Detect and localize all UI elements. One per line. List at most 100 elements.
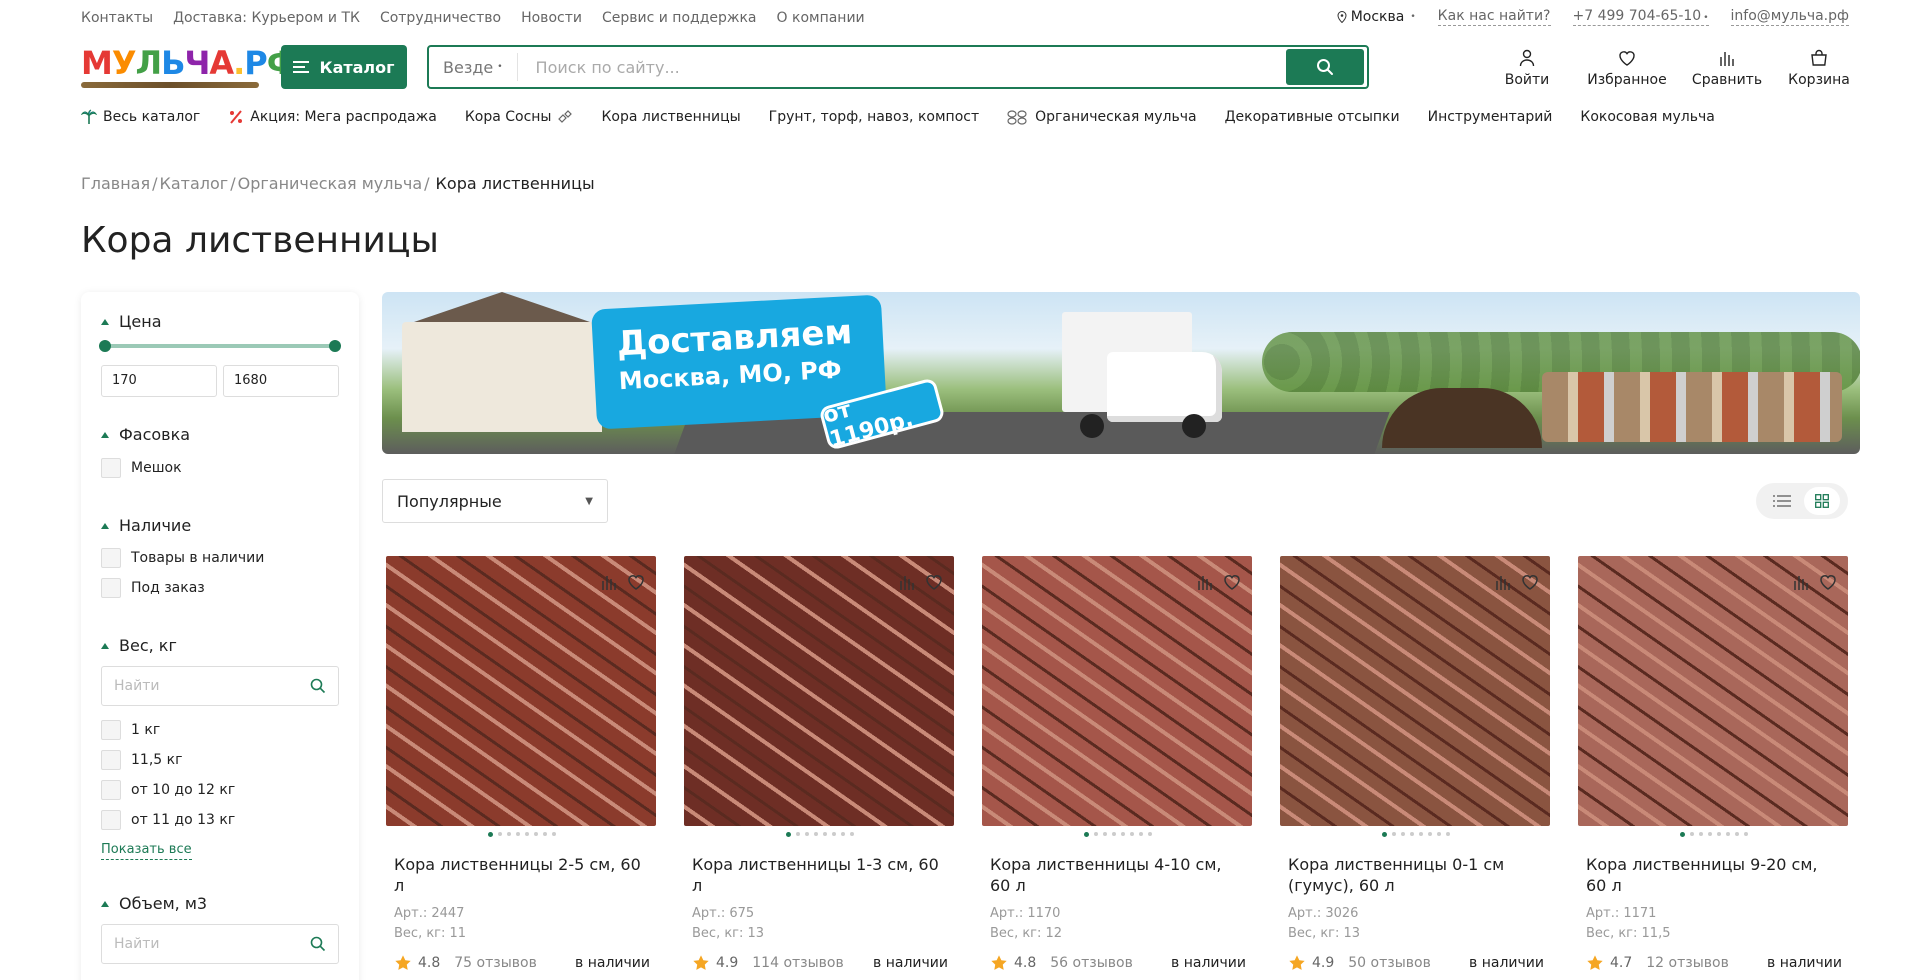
- catnav-soil[interactable]: Грунт, торф, навоз, компост: [769, 109, 979, 125]
- catnav-decorative[interactable]: Декоративные отсыпки: [1225, 109, 1400, 125]
- price-max-handle[interactable]: [329, 340, 341, 352]
- product-image[interactable]: [684, 556, 954, 826]
- grid-view-button[interactable]: [1804, 487, 1840, 515]
- product-name[interactable]: Кора лиственницы 2-5 см, 60 л: [394, 854, 650, 896]
- filter-checkbox-weight-11-13[interactable]: от 11 до 13 кг: [101, 810, 235, 830]
- image-pager[interactable]: [978, 831, 1258, 837]
- catnav-organic-mulch[interactable]: Органическая мульча: [1007, 109, 1197, 125]
- city-selector[interactable]: Москва •: [1337, 9, 1416, 25]
- price-min-handle[interactable]: [99, 340, 111, 352]
- breadcrumb-organic-mulch[interactable]: Органическая мульча: [238, 174, 423, 193]
- filter-checkbox-bag[interactable]: Мешок: [101, 458, 182, 478]
- search-button[interactable]: [1286, 49, 1364, 85]
- filter-checkbox-weight-11-5[interactable]: 11,5 кг: [101, 750, 182, 770]
- heart-icon[interactable]: [924, 572, 944, 592]
- find-us-link[interactable]: Как нас найти?: [1437, 8, 1551, 26]
- volume-filter-search[interactable]: Найти: [101, 924, 339, 964]
- product-image[interactable]: [1280, 556, 1550, 826]
- checkbox[interactable]: [101, 750, 121, 770]
- heart-icon[interactable]: [1818, 572, 1838, 592]
- product-name[interactable]: Кора лиственницы 9-20 см, 60 л: [1586, 854, 1842, 896]
- favorites-button[interactable]: Избранное: [1577, 48, 1677, 88]
- compare-button[interactable]: Сравнить: [1677, 48, 1777, 88]
- product-card[interactable]: Кора лиственницы 2-5 см, 60 л Арт.: 2447…: [382, 552, 662, 980]
- sort-select[interactable]: Популярные ▼: [382, 479, 608, 523]
- filter-price-toggle[interactable]: Цена: [101, 312, 162, 331]
- filter-sidebar: Цена 170 1680 Фасовка Мешок Наличие Това…: [81, 292, 359, 980]
- compare-icon[interactable]: [598, 572, 618, 592]
- cart-button[interactable]: Корзина: [1788, 48, 1850, 88]
- list-view-button[interactable]: [1764, 487, 1800, 515]
- checkbox[interactable]: [101, 720, 121, 740]
- weight-filter-search[interactable]: Найти: [101, 666, 339, 706]
- catnav-pine-bark[interactable]: Кора Сосны: [465, 109, 574, 125]
- product-card[interactable]: Кора лиственницы 0-1 см (гумус), 60 л Ар…: [1276, 552, 1556, 980]
- image-pager[interactable]: [680, 831, 960, 837]
- product-name[interactable]: Кора лиственницы 0-1 см (гумус), 60 л: [1288, 854, 1544, 896]
- catalog-button[interactable]: Каталог: [281, 45, 407, 89]
- heart-icon[interactable]: [1222, 572, 1242, 592]
- topbar-link-contacts[interactable]: Контакты: [81, 10, 153, 26]
- product-card[interactable]: Кора лиственницы 4-10 см, 60 л Арт.: 117…: [978, 552, 1258, 980]
- search-input[interactable]: [517, 57, 1286, 77]
- checkbox[interactable]: [101, 780, 121, 800]
- filter-volume-toggle[interactable]: Объем, м3: [101, 894, 207, 913]
- filter-checkbox-on-order[interactable]: Под заказ: [101, 578, 205, 598]
- breadcrumb-catalog[interactable]: Каталог: [160, 174, 229, 193]
- topbar-link-news[interactable]: Новости: [521, 10, 582, 26]
- product-name[interactable]: Кора лиственницы 4-10 см, 60 л: [990, 854, 1246, 896]
- product-reviews[interactable]: 75 отзывов: [454, 955, 537, 971]
- topbar-link-partnership[interactable]: Сотрудничество: [380, 10, 501, 26]
- checkbox[interactable]: [101, 578, 121, 598]
- heart-icon[interactable]: [1520, 572, 1540, 592]
- catnav-larch-bark[interactable]: Кора лиственницы: [601, 109, 740, 125]
- email-link[interactable]: info@мульча.рф: [1730, 8, 1849, 26]
- promo-banner[interactable]: Доставляем Москва, МО, РФ от 1190р.: [382, 292, 1860, 454]
- product-image[interactable]: [982, 556, 1252, 826]
- compare-icon[interactable]: [1194, 572, 1214, 592]
- image-pager[interactable]: [1276, 831, 1556, 837]
- product-card[interactable]: Кора лиственницы 9-20 см, 60 л Арт.: 117…: [1574, 552, 1854, 980]
- search-scope-select[interactable]: Везде •: [429, 53, 518, 81]
- image-pager[interactable]: [382, 831, 662, 837]
- product-card[interactable]: Кора лиственницы 1-3 см, 60 л Арт.: 675 …: [680, 552, 960, 980]
- price-min-input[interactable]: 170: [101, 365, 217, 397]
- product-reviews[interactable]: 114 отзывов: [752, 955, 843, 971]
- product-reviews[interactable]: 56 отзывов: [1050, 955, 1133, 971]
- compare-icon[interactable]: [896, 572, 916, 592]
- product-image[interactable]: [1578, 556, 1848, 826]
- checkbox[interactable]: [101, 548, 121, 568]
- catnav-coconut[interactable]: Кокосовая мульча: [1580, 109, 1714, 125]
- filter-package-toggle[interactable]: Фасовка: [101, 425, 190, 444]
- image-pager[interactable]: [1574, 831, 1854, 837]
- topbar-link-support[interactable]: Сервис и поддержка: [602, 10, 757, 26]
- heart-icon[interactable]: [626, 572, 646, 592]
- product-reviews[interactable]: 12 отзывов: [1646, 955, 1729, 971]
- catnav-mega-sale[interactable]: Акция: Мега распродажа: [228, 109, 437, 125]
- site-logo[interactable]: МУЛЬЧА.РФ: [81, 44, 298, 88]
- product-rating-row: 4.8 75 отзывов в наличии: [394, 954, 650, 972]
- breadcrumb-home[interactable]: Главная: [81, 174, 150, 193]
- product-image[interactable]: [386, 556, 656, 826]
- checkbox[interactable]: [101, 810, 121, 830]
- phone-link[interactable]: +7 499 704-65-10 •: [1572, 8, 1709, 26]
- product-name[interactable]: Кора лиственницы 1-3 см, 60 л: [692, 854, 948, 896]
- catnav-all-catalog[interactable]: Весь каталог: [81, 109, 200, 125]
- login-button[interactable]: Войти: [1477, 48, 1577, 88]
- product-rating: 4.9: [716, 955, 739, 971]
- show-all-weights-link[interactable]: Показать все: [101, 842, 192, 860]
- price-max-input[interactable]: 1680: [223, 365, 339, 397]
- price-range-slider[interactable]: [99, 340, 341, 352]
- filter-checkbox-weight-1[interactable]: 1 кг: [101, 720, 160, 740]
- filter-availability-toggle[interactable]: Наличие: [101, 516, 191, 535]
- filter-checkbox-in-stock[interactable]: Товары в наличии: [101, 548, 264, 568]
- filter-weight-toggle[interactable]: Вес, кг: [101, 636, 177, 655]
- compare-icon[interactable]: [1790, 572, 1810, 592]
- checkbox[interactable]: [101, 458, 121, 478]
- topbar-link-delivery[interactable]: Доставка: Курьером и ТК: [173, 10, 360, 26]
- catnav-tools[interactable]: Инструментарий: [1428, 109, 1553, 125]
- product-reviews[interactable]: 50 отзывов: [1348, 955, 1431, 971]
- topbar-link-about[interactable]: О компании: [777, 10, 865, 26]
- filter-checkbox-weight-10-12[interactable]: от 10 до 12 кг: [101, 780, 235, 800]
- compare-icon[interactable]: [1492, 572, 1512, 592]
